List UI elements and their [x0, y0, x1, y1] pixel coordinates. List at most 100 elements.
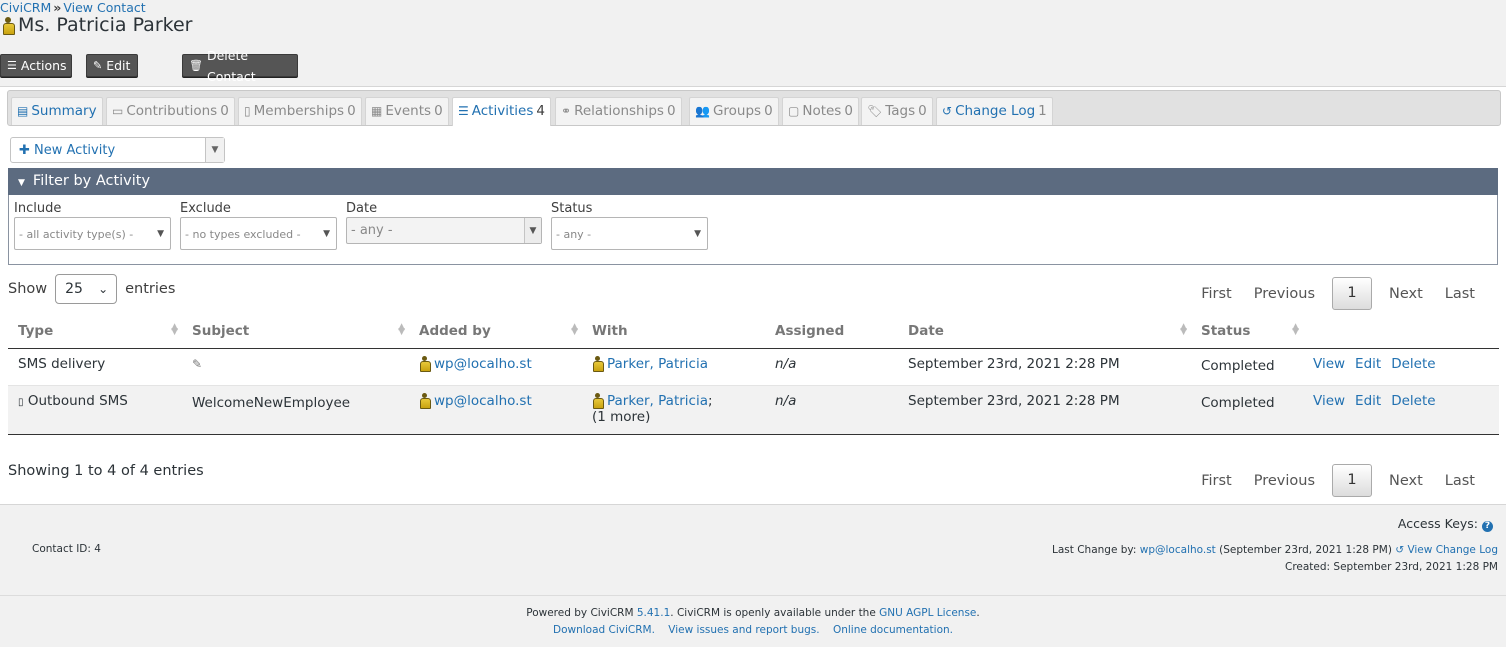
users-icon: 👥 — [695, 104, 710, 118]
edit-button[interactable]: ✎ Edit — [86, 54, 138, 77]
badge-icon: ▯ — [244, 104, 251, 118]
delete-contact-button[interactable]: 🗑 Delete Contact — [182, 48, 298, 84]
cell-actions: View Edit Delete — [1303, 348, 1499, 386]
version-link[interactable]: 5.41.1 — [637, 607, 670, 619]
list-icon: ☰ — [458, 104, 469, 118]
filter-accordion-header[interactable]: ▼ Filter by Activity — [8, 168, 1498, 195]
table-row: SMS delivery ✎ wp@localho.st Parker, Pat… — [8, 348, 1499, 386]
contact-tabs: ▤ Summary ▭ Contributions 0 ▯ Memberships 0 ▦… — [7, 90, 1501, 126]
pager-first[interactable]: First — [1190, 473, 1243, 489]
cell-status: Completed — [1191, 348, 1303, 386]
table-row: ▯ Outbound SMS WelcomeNewEmployee wp@loc… — [8, 385, 1499, 435]
column-header-added-by[interactable]: Added by ▲ ▼ — [409, 314, 582, 349]
actions-button[interactable]: ☰ Actions — [0, 54, 72, 77]
cell-actions: View Edit Delete — [1303, 385, 1499, 435]
pager-previous[interactable]: Previous — [1243, 286, 1326, 302]
cell-subject: ✎ — [182, 348, 409, 386]
cell-subject: WelcomeNewEmployee — [182, 385, 409, 435]
view-activity-link[interactable]: View — [1313, 356, 1345, 372]
column-header-date[interactable]: Date ▲ ▼ — [898, 314, 1191, 349]
chevron-down-icon: ⌄ — [98, 282, 109, 296]
pager-current-page[interactable]: 1 — [1332, 464, 1372, 497]
table-info: Showing 1 to 4 of 4 entries — [8, 463, 204, 479]
last-change-user-link[interactable]: wp@localho.st — [1140, 544, 1216, 556]
issues-link[interactable]: View issues and report bugs. — [668, 624, 819, 636]
with-contact-link[interactable]: Parker, Patricia — [607, 356, 708, 372]
license-link[interactable]: GNU AGPL License — [879, 607, 976, 619]
handshake-icon: ⚭ — [561, 104, 572, 118]
contact-id: Contact ID: 4 — [32, 543, 101, 555]
edit-activity-link[interactable]: Edit — [1355, 393, 1381, 409]
cell-type: ▯ Outbound SMS — [8, 385, 182, 435]
page-length-select[interactable]: 25 ⌄ — [55, 274, 118, 304]
column-header-subject[interactable]: Subject ▲ ▼ — [182, 314, 409, 349]
pagination-bottom: First Previous 1 Next Last — [1190, 464, 1486, 497]
cell-type: SMS delivery — [8, 348, 182, 386]
with-more-count: (1 more) — [592, 408, 651, 425]
pager-first[interactable]: First — [1190, 286, 1243, 302]
docs-link[interactable]: Online documentation. — [833, 624, 953, 636]
tab-relationships[interactable]: ⚭ Relationships 0 — [555, 97, 682, 125]
access-keys: Access Keys: ? — [1398, 516, 1493, 532]
tab-memberships[interactable]: ▯ Memberships 0 — [238, 97, 362, 125]
breadcrumb-home-link[interactable]: CiviCRM — [0, 0, 51, 15]
help-icon[interactable]: ? — [1482, 521, 1493, 532]
pager-next[interactable]: Next — [1378, 286, 1434, 302]
new-activity-dropdown[interactable]: ✚ New Activity ▼ — [10, 137, 225, 163]
date-label: Date — [346, 201, 378, 216]
tab-summary[interactable]: ▤ Summary — [11, 97, 103, 125]
cell-date: September 23rd, 2021 2:28 PM — [898, 348, 1191, 386]
status-select[interactable]: - any - ▼ — [551, 217, 708, 250]
sort-icon: ▲ ▼ — [1292, 322, 1299, 337]
tab-notes[interactable]: ▢ Notes 0 — [782, 97, 859, 125]
pager-last[interactable]: Last — [1434, 286, 1486, 302]
breadcrumb-current-link[interactable]: View Contact — [63, 0, 145, 15]
tab-activities[interactable]: ☰ Activities 4 — [452, 97, 551, 126]
include-select[interactable]: - all activity type(s) - ▼ — [14, 217, 171, 250]
cell-added-by: wp@localho.st — [409, 348, 582, 386]
delete-activity-link[interactable]: Delete — [1391, 356, 1435, 372]
tab-events[interactable]: ▦ Events 0 — [365, 97, 449, 125]
page-length-control: Show 25 ⌄ entries — [8, 274, 175, 304]
cell-assigned: n/a — [765, 385, 898, 435]
chevron-down-icon: ▼ — [524, 218, 541, 243]
tab-groups[interactable]: 👥 Groups 0 — [689, 97, 779, 125]
cell-date: September 23rd, 2021 2:28 PM — [898, 385, 1191, 435]
note-icon: ▢ — [788, 104, 800, 118]
pager-previous[interactable]: Previous — [1243, 473, 1326, 489]
individual-contact-icon — [592, 355, 604, 372]
individual-contact-icon — [419, 392, 431, 409]
cell-with: Parker, Patricia; (1 more) — [582, 385, 765, 435]
delete-activity-link[interactable]: Delete — [1391, 393, 1435, 409]
column-header-status[interactable]: Status ▲ ▼ — [1191, 314, 1303, 349]
edit-activity-link[interactable]: Edit — [1355, 356, 1381, 372]
include-filter: Include - all activity type(s) - ▼ — [14, 201, 171, 250]
powered-by: Powered by CiviCRM 5.41.1. CiviCRM is op… — [0, 595, 1506, 647]
pagination-top: First Previous 1 Next Last — [1190, 277, 1486, 310]
exclude-select[interactable]: - no types excluded - ▼ — [180, 217, 337, 250]
column-header-with: With — [582, 314, 765, 349]
with-contact-link[interactable]: Parker, Patricia — [607, 393, 708, 409]
tags-icon: 🏷 — [867, 104, 883, 118]
download-link[interactable]: Download CiviCRM. — [553, 624, 655, 636]
view-change-log-link[interactable]: ↺ View Change Log — [1395, 544, 1498, 556]
page-title-row: Ms. Patricia Parker — [2, 14, 192, 36]
chevron-down-icon: ▼ — [694, 229, 701, 239]
added-by-link[interactable]: wp@localho.st — [434, 356, 532, 372]
date-filter: Date - any - ▼ — [346, 201, 542, 244]
pager-last[interactable]: Last — [1434, 473, 1486, 489]
tab-tags[interactable]: 🏷 Tags 0 — [861, 97, 933, 125]
view-activity-link[interactable]: View — [1313, 393, 1345, 409]
cell-assigned: n/a — [765, 348, 898, 386]
pager-current-page[interactable]: 1 — [1332, 277, 1372, 310]
tab-change-log[interactable]: ↺ Change Log 1 — [936, 97, 1053, 125]
status-filter: Status - any - ▼ — [551, 201, 708, 250]
tab-contributions[interactable]: ▭ Contributions 0 — [106, 97, 235, 125]
column-header-type[interactable]: Type ▲ ▼ — [8, 314, 182, 349]
chevron-down-icon[interactable]: ▼ — [205, 138, 224, 162]
date-select[interactable]: - any - ▼ — [346, 217, 542, 244]
chevron-down-icon: ▼ — [157, 229, 164, 239]
cell-status: Completed — [1191, 385, 1303, 435]
added-by-link[interactable]: wp@localho.st — [434, 393, 532, 409]
pager-next[interactable]: Next — [1378, 473, 1434, 489]
